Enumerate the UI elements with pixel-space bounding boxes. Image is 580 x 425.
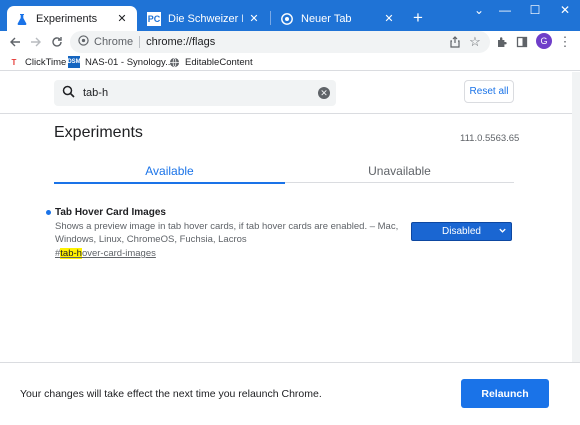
dsm-icon: DSM	[67, 56, 81, 68]
clicktime-icon: T	[11, 57, 17, 67]
reset-all-button[interactable]: Reset all	[464, 80, 514, 103]
tab-divider	[285, 182, 514, 183]
tab-title: Die Schweizer Plattform f	[168, 12, 243, 25]
share-icon[interactable]	[446, 33, 464, 51]
avatar[interactable]: G	[536, 33, 552, 49]
address-bar[interactable]: Chrome chrome://flags	[70, 31, 490, 53]
url-text: chrome://flags	[146, 36, 216, 48]
chrome-icon	[78, 35, 89, 49]
search-match-highlight: tab-h	[60, 248, 82, 259]
maximize-button[interactable]: ☐	[520, 0, 550, 20]
pctipp-icon: PC	[147, 11, 161, 26]
bookmark-label: NAS-01 - Synology...	[85, 56, 174, 68]
search-icon	[62, 85, 75, 101]
flag-title: Tab Hover Card Images	[55, 207, 166, 218]
tab-separator	[270, 11, 271, 25]
divider	[139, 36, 141, 48]
tab-unavailable[interactable]: Unavailable	[285, 160, 514, 182]
search-input[interactable]: tab-h ✕	[54, 80, 336, 106]
bookmark-label: ClickTime	[25, 56, 67, 68]
scrollbar[interactable]	[572, 72, 580, 362]
side-panel-icon[interactable]	[513, 33, 531, 51]
globe-icon	[168, 56, 180, 68]
bookmark-clicktime[interactable]: T ClickTime	[8, 55, 67, 69]
select-value: Disabled	[442, 226, 481, 237]
tab-schweizer-plattform[interactable]: PC Die Schweizer Plattform f ✕	[139, 6, 269, 31]
search-value: tab-h	[83, 87, 109, 99]
bookmark-editablecontent[interactable]: EditableContent	[168, 55, 253, 69]
extensions-icon[interactable]	[493, 33, 511, 51]
bookmark-star-icon[interactable]: ☆	[466, 33, 484, 51]
flag-permalink[interactable]: #tab-hover-card-images	[55, 248, 156, 259]
clear-search-icon[interactable]: ✕	[318, 87, 330, 99]
tab-experiments[interactable]: Experiments ✕	[7, 6, 137, 31]
site-chip: Chrome	[94, 36, 134, 48]
relaunch-message: Your changes will take effect the next t…	[20, 388, 322, 400]
tab-available[interactable]: Available	[54, 160, 285, 182]
new-tab-button[interactable]: +	[409, 9, 427, 27]
toolbar: Chrome chrome://flags ☆ ⋮	[0, 31, 580, 53]
close-window-button[interactable]: ✕	[550, 0, 580, 20]
tab-title: Experiments	[36, 12, 98, 25]
minimize-button[interactable]: —	[490, 0, 520, 20]
flag-description: Shows a preview image in tab hover cards…	[55, 221, 399, 245]
reload-icon[interactable]	[48, 33, 66, 51]
close-tab-icon[interactable]: ✕	[247, 12, 261, 26]
bookmark-nas[interactable]: DSM NAS-01 - Synology...	[67, 55, 174, 69]
back-icon[interactable]	[6, 33, 24, 51]
flag-state-select[interactable]: Disabled	[411, 222, 512, 241]
bookmark-label: EditableContent	[185, 56, 253, 68]
active-tab-indicator	[54, 182, 285, 184]
relaunch-button[interactable]: Relaunch	[461, 379, 549, 408]
close-tab-icon[interactable]: ✕	[382, 12, 396, 26]
forward-icon[interactable]	[27, 33, 45, 51]
link-rest: over-card-images	[81, 248, 156, 259]
close-tab-icon[interactable]: ✕	[115, 12, 129, 26]
chrome-icon	[280, 12, 294, 26]
chevron-down-icon	[498, 226, 507, 237]
tab-title: Neuer Tab	[301, 12, 352, 25]
flask-icon	[15, 12, 29, 26]
modified-indicator-dot	[46, 210, 51, 215]
menu-icon[interactable]: ⋮	[556, 33, 574, 51]
tab-neuer-tab[interactable]: Neuer Tab ✕	[272, 6, 404, 31]
version-label: 111.0.5563.65	[460, 133, 520, 144]
header-divider	[0, 113, 580, 114]
page-title: Experiments	[54, 124, 143, 141]
